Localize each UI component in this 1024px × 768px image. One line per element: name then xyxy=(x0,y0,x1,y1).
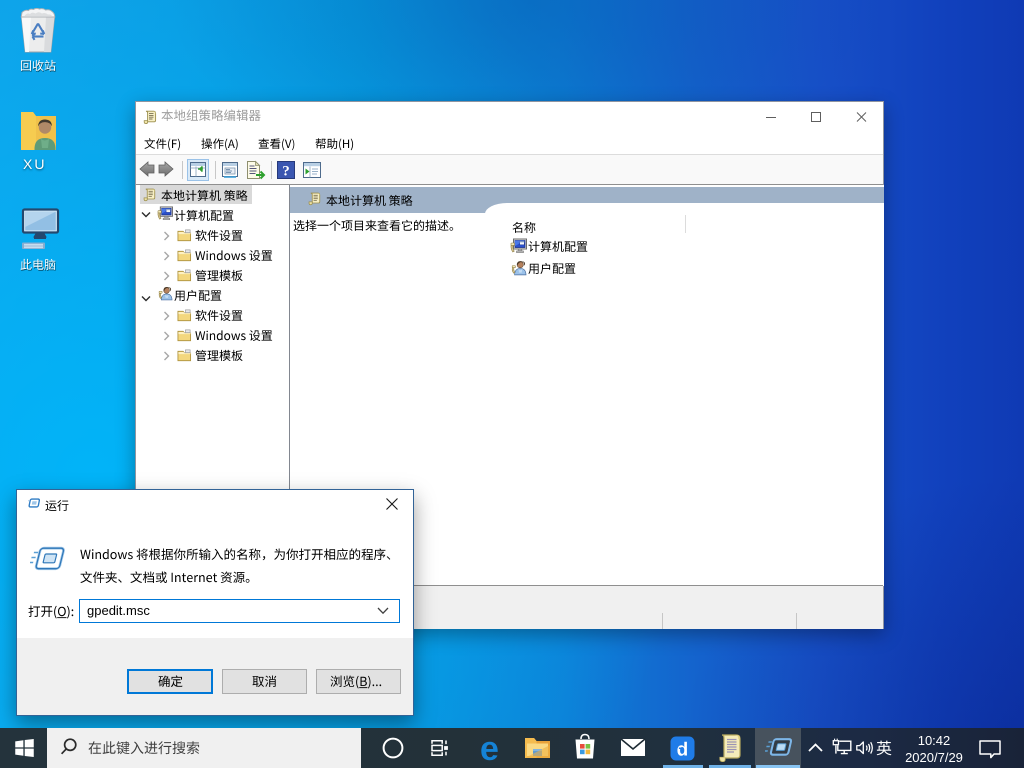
svg-text:?: ? xyxy=(282,164,290,180)
